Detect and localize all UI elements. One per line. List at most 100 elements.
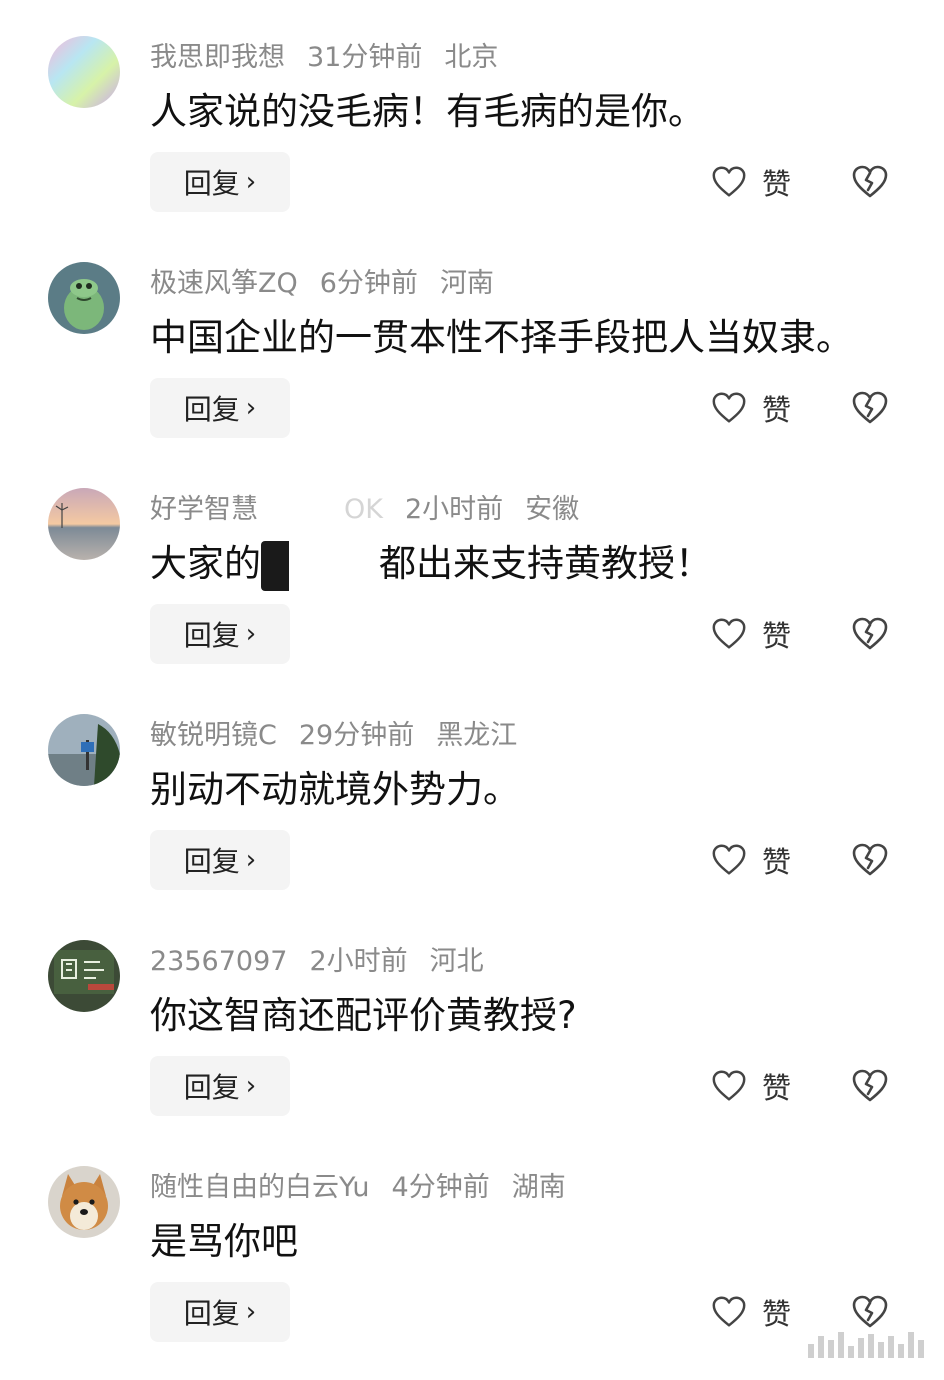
chevron-right-icon: › [245,167,257,197]
chevron-right-icon: › [245,845,257,875]
watermark [808,1332,924,1358]
user-avatar[interactable] [48,940,120,1012]
like-button[interactable]: 赞 [710,160,791,204]
reply-label: 回复 [183,619,240,652]
chevron-right-icon: › [245,1071,257,1101]
chalkboard-avatar-image [48,940,120,1012]
comment-location: 北京 [444,42,499,73]
heart-outline-icon [712,1296,746,1327]
user-avatar[interactable] [48,714,120,786]
like-label: 赞 [762,393,792,427]
broken-heart-icon [852,1295,888,1328]
roadside-sign-avatar-image [48,714,120,786]
comment-time: 6分钟前 [319,268,418,299]
comment-item: 极速风筝ZQ 6分钟前 河南 中国企业的一贯本性不择手段把人当奴隶。 回复 › 赞 [0,226,944,452]
comment-text: 你这智商还配评价黄教授? [150,994,577,1037]
comment-location: 黑龙江 [436,720,518,751]
comment-meta: 23567097 2小时前 河北 [150,942,506,982]
comment-time: 4分钟前 [391,1172,490,1203]
reply-button[interactable]: 回复 › [150,604,290,664]
comment-meta: 随性自由的白云Yu 4分钟前 湖南 [150,1168,588,1208]
chevron-right-icon: › [245,1297,257,1327]
like-label: 赞 [762,619,792,653]
username[interactable]: 随性自由的白云Yu [150,1172,370,1203]
heart-outline-icon [712,618,746,649]
reply-label: 回复 [183,845,240,878]
comment-item: 我思即我想 31分钟前 北京 人家说的没毛病！有毛病的是你。 回复 › 赞 [0,0,944,226]
reply-button[interactable]: 回复 › [150,378,290,438]
chevron-right-icon: › [245,619,257,649]
dislike-button[interactable] [850,840,890,880]
comment-text: 是骂你吧 [150,1220,298,1263]
dislike-button[interactable] [850,1292,890,1332]
like-button[interactable]: 赞 [710,612,791,656]
comment-text: 大家的 都出来支持黄教授！ [150,536,712,592]
reply-button[interactable]: 回复 › [150,830,290,890]
dislike-button[interactable] [850,162,890,202]
comment-time: 31分钟前 [307,42,423,73]
reply-label: 回复 [183,1297,240,1330]
like-button[interactable]: 赞 [710,1290,791,1334]
heart-outline-icon [712,392,746,423]
gradient-avatar-image [48,36,120,108]
reply-label: 回复 [183,393,240,426]
sunset-lake-avatar-image [48,488,120,560]
comment-time: 2小时前 [309,946,408,977]
broken-heart-icon [852,1069,888,1102]
reply-label: 回复 [183,1071,240,1104]
comment-item: 敏锐明镜C 29分钟前 黑龙江 别动不动就境外势力。 回复 › 赞 [0,678,944,904]
username[interactable]: 我思即我想 [150,42,285,73]
username[interactable]: 好学智慧 OK [150,494,383,526]
comment-time: 29分钟前 [298,720,415,751]
comment-meta: 敏锐明镜C 29分钟前 黑龙江 [150,716,539,756]
comment-time: 2小时前 [404,494,504,525]
redacted-region [261,540,379,591]
comment-text-suffix: 都出来支持黄教授！ [379,542,712,585]
reply-button[interactable]: 回复 › [150,152,290,212]
comment-text-prefix: 大家的 [150,542,261,585]
user-avatar[interactable] [48,36,120,108]
dislike-button[interactable] [850,388,890,428]
like-button[interactable]: 赞 [710,386,791,430]
like-label: 赞 [762,167,792,201]
reply-button[interactable]: 回复 › [150,1056,290,1116]
like-button[interactable]: 赞 [710,1064,791,1108]
redacted-region [258,495,344,526]
comment-text: 别动不动就境外势力。 [150,768,520,811]
like-label: 赞 [762,845,792,879]
broken-heart-icon [852,843,888,876]
username[interactable]: 敏锐明镜C [150,720,277,751]
comment-meta: 极速风筝ZQ 6分钟前 河南 [150,264,516,304]
green-monster-avatar-image [48,262,120,334]
username[interactable]: 23567097 [150,946,287,977]
reply-label: 回复 [183,167,240,200]
heart-outline-icon [712,166,746,197]
user-avatar[interactable] [48,1166,120,1238]
comment-location: 安徽 [525,494,580,525]
dislike-button[interactable] [850,614,890,654]
username[interactable]: 极速风筝ZQ [150,268,298,299]
like-button[interactable]: 赞 [710,838,791,882]
comment-text: 中国企业的一贯本性不择手段把人当奴隶。 [150,316,853,359]
dislike-button[interactable] [850,1066,890,1106]
comment-meta: 我思即我想 31分钟前 北京 [150,38,520,78]
user-avatar[interactable] [48,262,120,334]
shiba-dog-avatar-image [48,1166,120,1238]
comment-location: 湖南 [511,1172,566,1203]
username-suffix: OK [344,494,383,525]
comment-item: 23567097 2小时前 河北 你这智商还配评价黄教授? 回复 › 赞 [0,904,944,1130]
comment-location: 河南 [439,268,494,299]
like-label: 赞 [762,1297,792,1331]
broken-heart-icon [852,391,888,424]
chevron-right-icon: › [245,393,257,423]
broken-heart-icon [852,165,888,198]
username-prefix: 好学智慧 [150,494,258,525]
user-avatar[interactable] [48,488,120,560]
comment-meta: 好学智慧 OK 2小时前 安徽 [150,490,601,530]
broken-heart-icon [852,617,888,650]
like-label: 赞 [762,1071,792,1105]
reply-button[interactable]: 回复 › [150,1282,290,1342]
heart-outline-icon [712,844,746,875]
comment-item: 好学智慧 OK 2小时前 安徽 大家的 都出来支持黄教授！ 回复 › 赞 [0,452,944,678]
heart-outline-icon [712,1070,746,1101]
